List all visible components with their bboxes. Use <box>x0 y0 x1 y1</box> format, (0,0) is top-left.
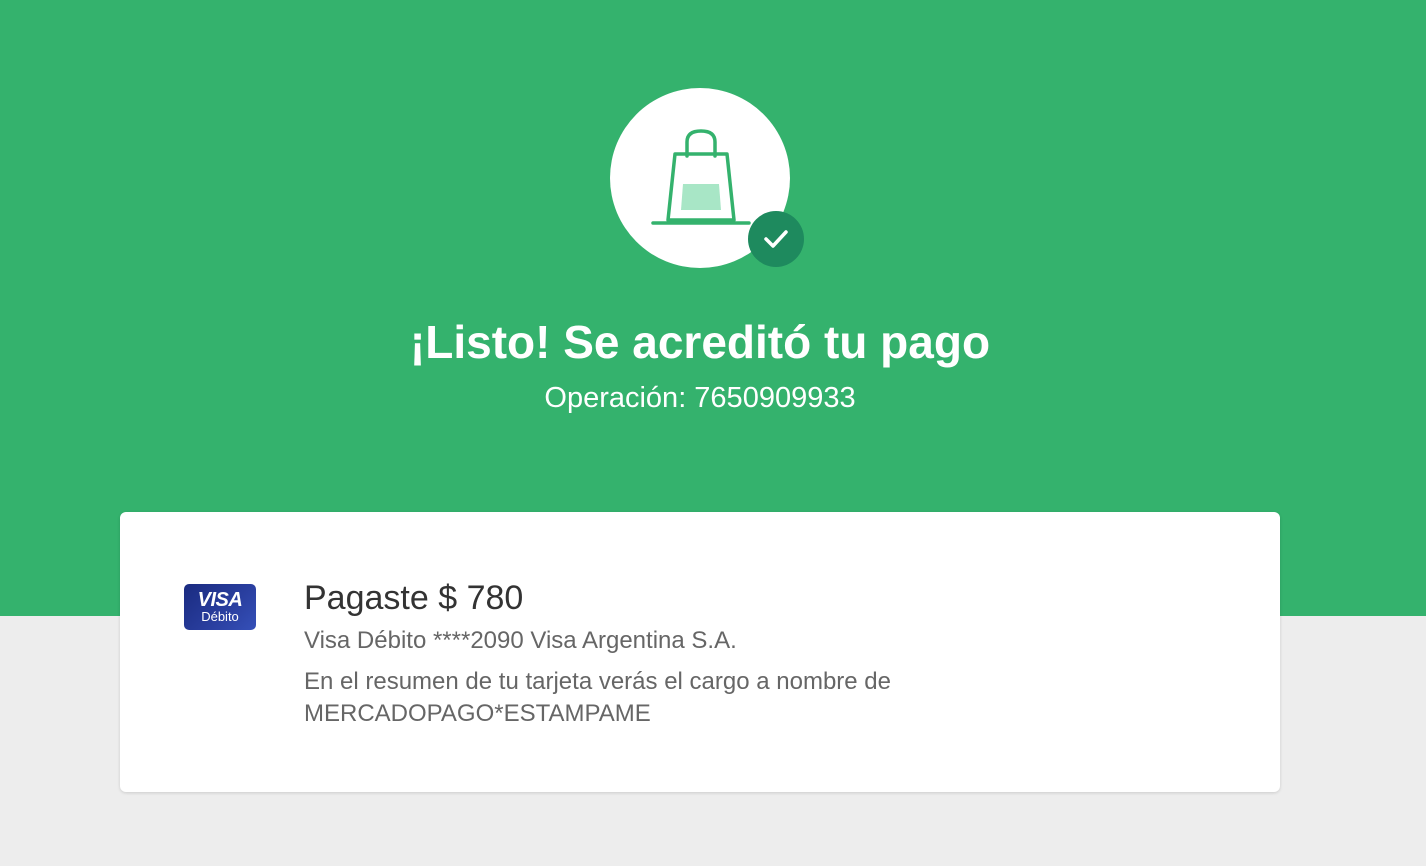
statement-merchant-name: MERCADOPAGO*ESTAMPAME <box>304 700 651 727</box>
card-brand-label: VISA <box>197 589 243 611</box>
operation-number: Operación: 7650909933 <box>544 382 856 414</box>
shopping-bag-icon <box>651 129 751 225</box>
statement-notice: En el resumen de tu tarjeta verás el car… <box>304 666 1024 730</box>
payment-summary-card: VISA Débito Pagaste $ 780 Visa Débito **… <box>120 512 1280 792</box>
statement-line: En el resumen de tu tarjeta verás el car… <box>304 668 891 695</box>
visa-debit-logo: VISA Débito <box>184 584 256 630</box>
card-type-label: Débito <box>201 609 239 624</box>
page-title: ¡Listo! Se acreditó tu pago <box>409 316 991 368</box>
check-badge <box>748 211 804 267</box>
payment-success-page: ¡Listo! Se acreditó tu pago Operación: 7… <box>0 0 1426 866</box>
payment-method: Visa Débito ****2090 Visa Argentina S.A. <box>304 627 737 654</box>
check-icon <box>764 230 788 248</box>
amount-paid: Pagaste $ 780 <box>304 579 524 617</box>
